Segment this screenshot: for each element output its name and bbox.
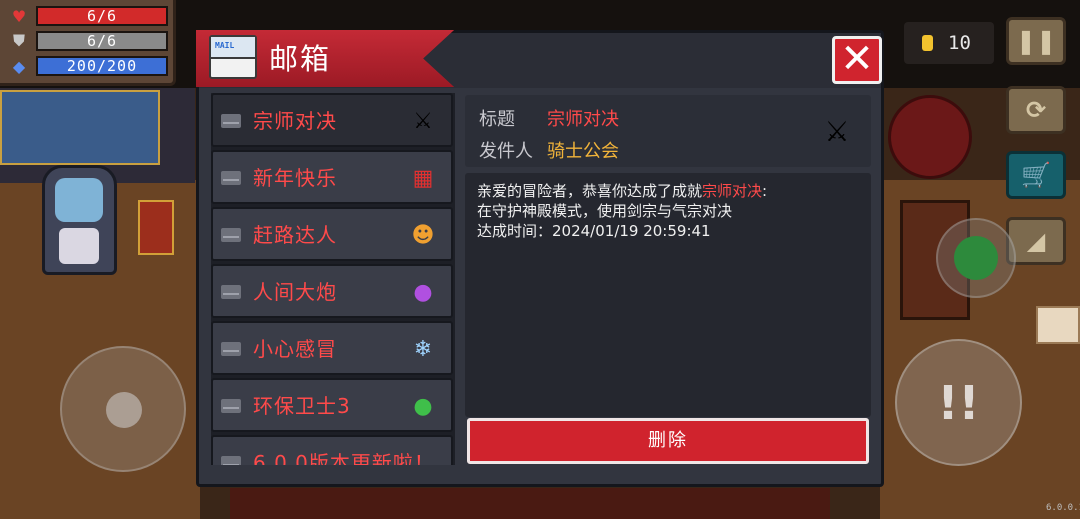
shop-button[interactable]: 🛒 [1006, 151, 1066, 199]
mail-item-0[interactable]: 宗师对决 ⚔ [211, 93, 453, 147]
gold-value: 10 [948, 32, 971, 54]
sender-key: 发件人 [479, 141, 533, 162]
mail-list[interactable]: 宗师对决 ⚔ 新年快乐 ▦ 赶路达人 ☻ 人间大炮 ● 小心感冒 ❄ 环保卫士3… [211, 93, 455, 465]
pause-button[interactable]: ❚❚ [1006, 17, 1066, 65]
mail-body-line-3: 达成时间：2024/01/19 20:59:41 [477, 222, 711, 240]
player-stats-panel: ♥ 6/6 ⛊ 6/6 ◆ 200/200 [0, 0, 176, 86]
skill-button[interactable] [936, 218, 1016, 298]
gacha-base [59, 228, 99, 264]
energy-bar: 200/200 [36, 56, 168, 76]
swordsman-duel-icon: ⚔ [413, 108, 433, 134]
runner-icon: ☻ [411, 222, 435, 248]
mail-detail-header: 标题 宗师对决 发件人 骑士公会 ⚔ [465, 95, 871, 167]
swap-weapon-button[interactable]: ⟳ [1006, 86, 1066, 134]
mail-item-4[interactable]: 小心感冒 ❄ [211, 321, 453, 375]
shop-cart-icon: 🛒 [1021, 161, 1051, 189]
mail-item-1[interactable]: 新年快乐 ▦ [211, 150, 453, 204]
armor-bar: 6/6 [36, 31, 168, 51]
delete-button[interactable]: 删除 [467, 418, 869, 464]
eco-icon: ● [413, 393, 433, 419]
notice-sign [1036, 306, 1080, 344]
mail-item-label: 环保卫士3 [253, 394, 351, 418]
mail-item-5[interactable]: 环保卫士3 ● [211, 378, 453, 432]
mail-item-label: 小心感冒 [253, 337, 337, 361]
gacha-glass [55, 178, 103, 222]
envelope-icon [221, 285, 241, 299]
mail-body-line-2: 在守护神殿模式，使用剑宗与气宗对决 [477, 202, 733, 220]
round-rug [888, 95, 972, 179]
stage [230, 488, 830, 519]
heart-icon: ♥ [11, 6, 27, 26]
attack-button[interactable]: !! [895, 339, 1022, 466]
coin-icon [922, 35, 933, 51]
thermometer-icon: ❄ [413, 336, 433, 362]
mail-item-label: 新年快乐 [253, 166, 337, 190]
mail-item-label: 6.0.0版本更新啦！ [253, 451, 435, 465]
mail-item-2[interactable]: 赶路达人 ☻ [211, 207, 453, 261]
cannon-icon: ● [413, 279, 433, 305]
mail-item-label: 宗师对决 [253, 109, 337, 133]
title-value: 宗师对决 [547, 109, 619, 130]
envelope-icon [221, 456, 241, 465]
mail-body-text: 亲爱的冒险者，恭喜你达成了成就 [477, 182, 703, 200]
gold-counter: 10 [904, 22, 994, 64]
envelope-icon [221, 228, 241, 242]
swordsman-duel-icon: ⚔ [824, 114, 850, 148]
firecracker-icon: ▦ [412, 165, 434, 191]
energy-diamond-icon: ◆ [12, 56, 26, 76]
red-lantern-box [138, 200, 174, 255]
shield-icon: ⛊ [12, 31, 25, 50]
close-button[interactable]: ✕ [832, 36, 882, 84]
energy-row: ◆ 200/200 [8, 56, 168, 76]
mail-body-line-1: 亲爱的冒险者，恭喜你达成了成就宗师对决: [477, 181, 859, 201]
mail-icon-label: MAIL [215, 41, 235, 50]
hp-bar: 6/6 [36, 6, 168, 26]
mail-item-label: 赶路达人 [253, 223, 337, 247]
achievement-name: 宗师对决 [702, 182, 763, 200]
envelope-icon [221, 171, 241, 185]
wall-poster [0, 90, 160, 165]
mailbox-dialog: MAIL 邮箱 ✕ 宗师对决 ⚔ 新年快乐 ▦ 赶路达人 ☻ 人间大炮 ● 小心… [196, 30, 884, 487]
swap-weapon-icon: ⟳ [1025, 96, 1047, 124]
version-label: 6.0.0.14 [1046, 503, 1080, 513]
dialog-title: 邮箱 [269, 42, 332, 76]
hp-row: ♥ 6/6 [8, 6, 168, 26]
mail-body: 亲爱的冒险者，恭喜你达成了成就宗师对决: 在守护神殿模式，使用剑宗与气宗对决 达… [465, 173, 871, 417]
gacha-machine [42, 165, 117, 275]
envelope-icon [221, 399, 241, 413]
skill-icon [954, 236, 998, 280]
mail-item-3[interactable]: 人间大炮 ● [211, 264, 453, 318]
mail-item-label: 人间大炮 [253, 280, 337, 304]
joystick-knob[interactable] [106, 392, 142, 428]
attack-icon: !! [937, 375, 980, 430]
build-icon: ◢ [1026, 227, 1046, 255]
mail-item-6[interactable]: 6.0.0版本更新啦！ [211, 435, 453, 465]
title-key: 标题 [479, 109, 515, 130]
mail-body-colon: : [762, 182, 768, 200]
mail-icon: MAIL [209, 35, 257, 79]
pause-icon: ❚❚ [1015, 27, 1057, 55]
envelope-icon [221, 114, 241, 128]
armor-row: ⛊ 6/6 [8, 31, 168, 51]
envelope-icon [221, 342, 241, 356]
movement-joystick[interactable] [60, 346, 186, 472]
sender-value: 骑士公会 [547, 141, 619, 162]
